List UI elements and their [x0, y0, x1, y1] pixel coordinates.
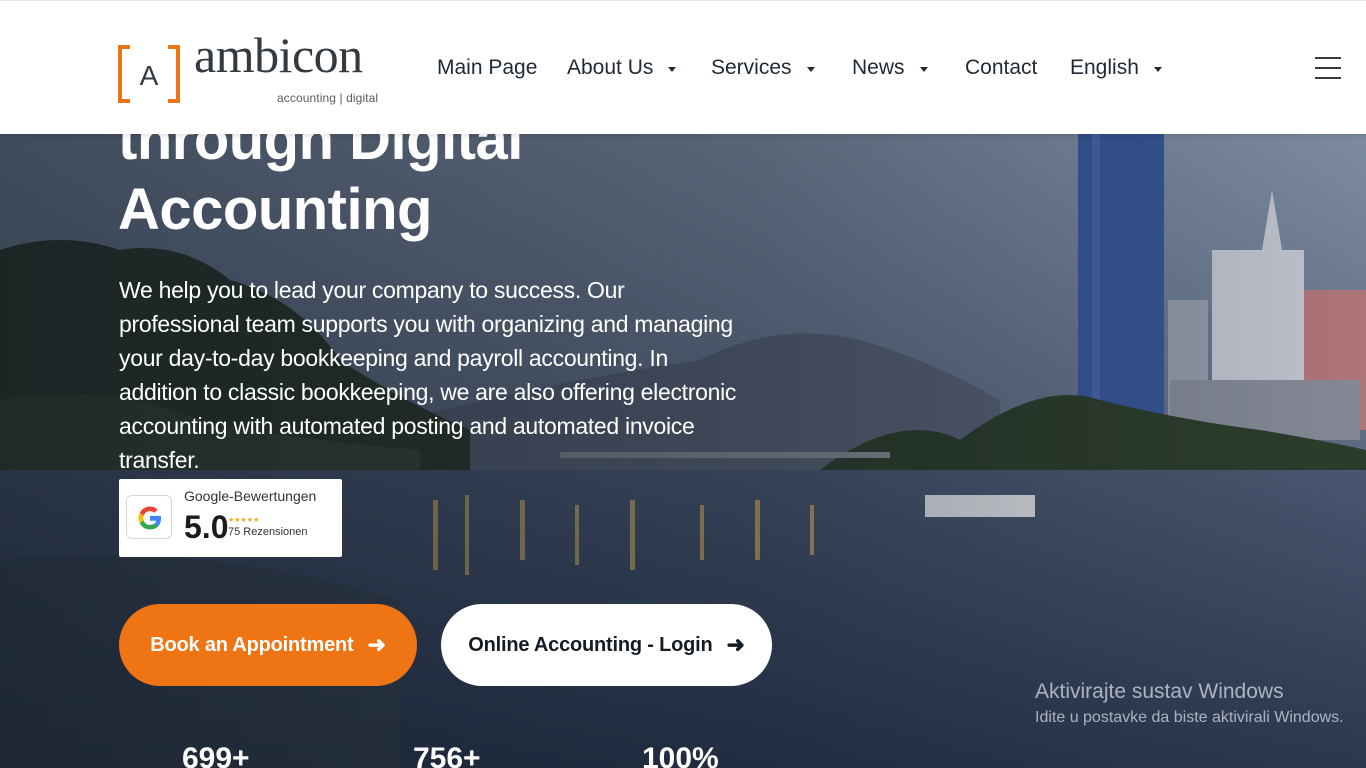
logo-tagline: accounting | digital [277, 91, 379, 105]
windows-activation-subtitle: Idite u postavke da biste aktivirali Win… [1035, 709, 1344, 726]
hero-description: We help you to lead your company to succ… [119, 277, 737, 473]
online-accounting-login-button[interactable]: Online Accounting - Login ➜ [441, 604, 772, 686]
logo-wordmark: ambicon [194, 27, 363, 83]
google-g-icon [126, 495, 172, 539]
caret-down-icon [806, 66, 815, 72]
nav-item-main-page[interactable]: Main Page [437, 51, 537, 85]
book-appointment-label: Book an Appointment [150, 633, 354, 656]
ambicon-logo[interactable]: A ambicon accounting | digital [118, 27, 379, 107]
nav-item-label: Services [711, 56, 792, 79]
reviews-score: 5.0 [184, 509, 229, 545]
reviews-count: 75 Rezensionen [228, 526, 308, 538]
hamburger-menu-icon[interactable] [1315, 57, 1341, 79]
nav-item-label: About Us [567, 56, 654, 79]
caret-down-icon [668, 66, 677, 72]
language-selector[interactable]: English [1070, 51, 1162, 85]
online-accounting-login-label: Online Accounting - Login [468, 633, 713, 656]
stat-value: 100% [642, 742, 719, 768]
google-reviews-badge[interactable]: Google-Bewertungen 5.0 ★★★★★ 75 Rezensio… [119, 479, 342, 557]
reviews-stars: ★★★★★ [228, 517, 260, 524]
arrow-right-icon: ➜ [367, 632, 386, 657]
nav-item-about-us[interactable]: About Us [567, 51, 677, 85]
site-header: A ambicon accounting | digital Main Page… [0, 0, 1366, 134]
hero-title-line-2: Accounting [118, 177, 432, 242]
reviews-title: Google-Bewertungen [184, 488, 317, 504]
caret-down-icon [919, 66, 928, 72]
nav-item-label: Main Page [437, 56, 538, 79]
logo-mark-letter: A [140, 60, 159, 91]
stat-value: 756+ [413, 742, 481, 768]
language-label: English [1070, 56, 1139, 79]
stat-value: 699+ [182, 742, 250, 768]
nav-item-label: Contact [965, 56, 1038, 79]
arrow-right-icon: ➜ [726, 632, 745, 657]
book-appointment-button[interactable]: Book an Appointment ➜ [119, 604, 417, 686]
caret-down-icon [1153, 66, 1162, 72]
logo-bracket-mark: A [118, 45, 180, 103]
nav-item-label: News [852, 56, 905, 79]
nav-item-contact[interactable]: Contact [965, 51, 1037, 85]
nav-item-news[interactable]: News [852, 51, 928, 85]
windows-activation-title: Aktivirajte sustav Windows [1035, 680, 1284, 703]
nav-item-services[interactable]: Services [711, 51, 815, 85]
